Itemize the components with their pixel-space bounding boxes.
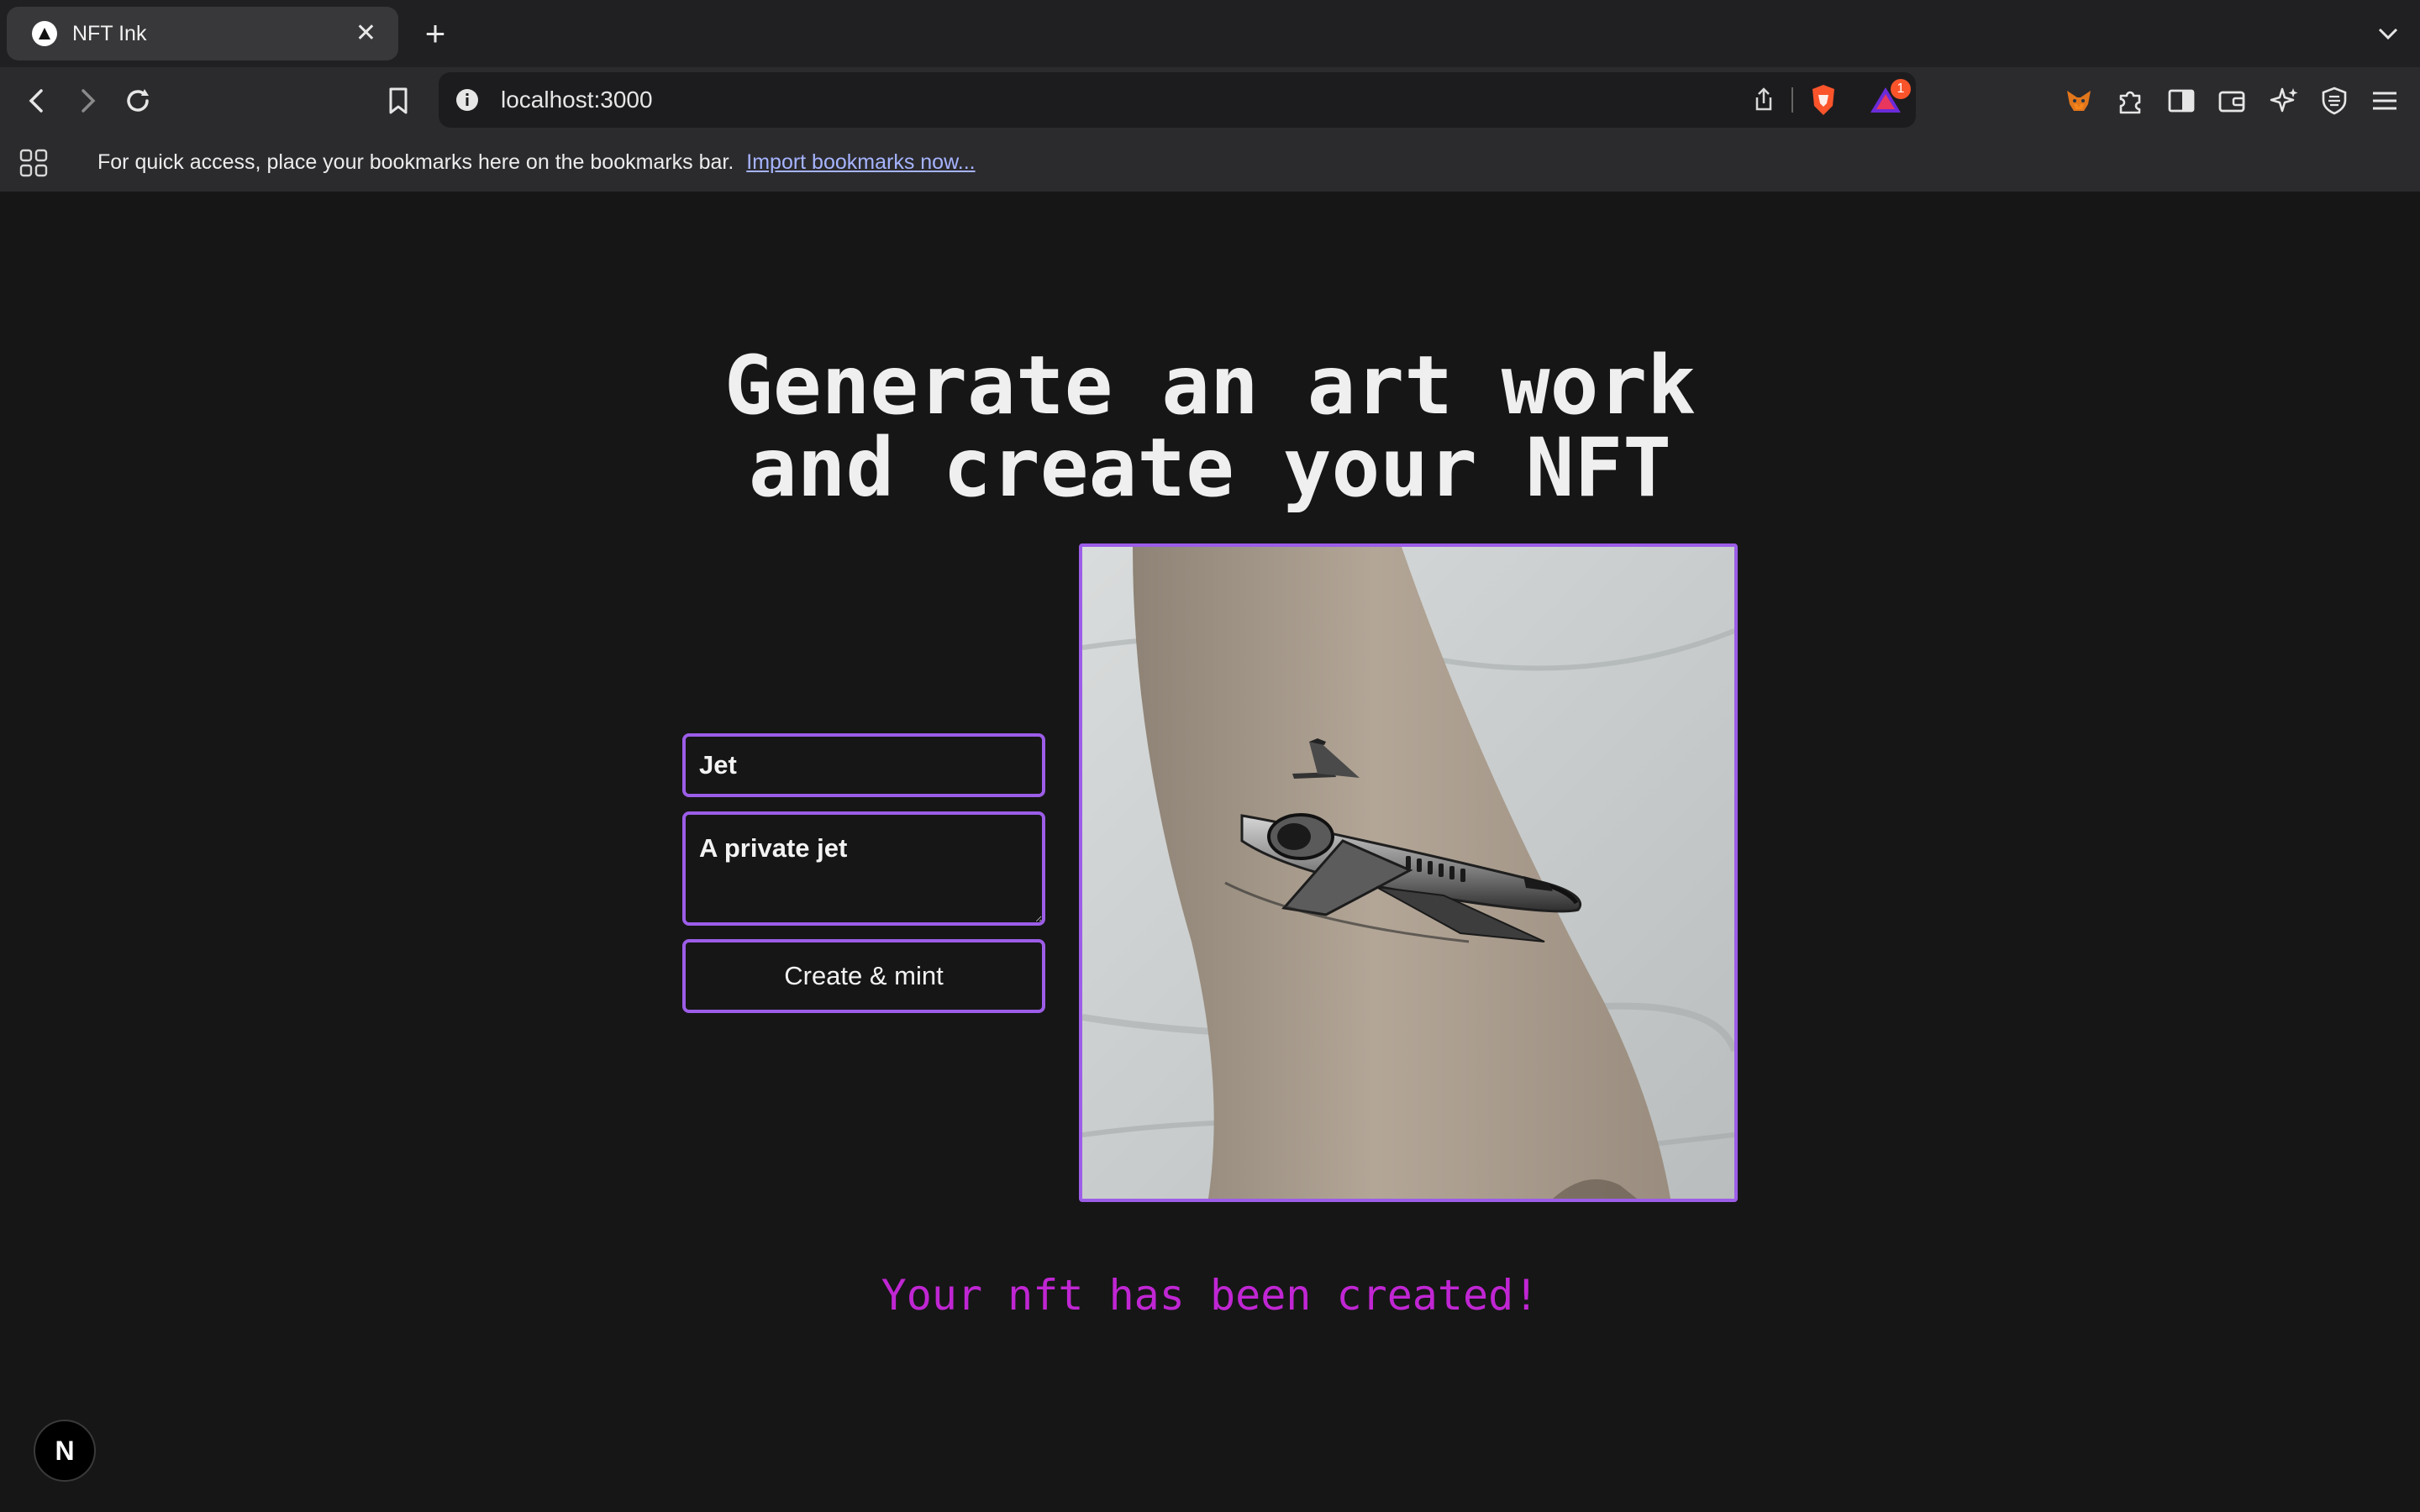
extensions-icon[interactable] <box>2114 84 2148 118</box>
brave-shields-icon[interactable] <box>1807 82 1840 118</box>
generated-artwork-image <box>1079 543 1738 1202</box>
share-icon[interactable] <box>1749 86 1778 114</box>
apps-icon[interactable] <box>18 148 49 178</box>
forward-icon[interactable] <box>69 82 106 119</box>
address-bar[interactable]: localhost:3000 1 <box>439 72 1916 128</box>
nextjs-dev-indicator[interactable]: N <box>34 1420 96 1482</box>
tab-title: NFT Ink <box>72 21 147 45</box>
info-icon[interactable] <box>454 87 481 113</box>
wallet-icon[interactable] <box>2215 84 2249 118</box>
notification-badge: 1 <box>1891 79 1911 99</box>
bookmark-icon[interactable] <box>380 82 417 119</box>
sidebar-icon[interactable] <box>2165 84 2198 118</box>
bookmarks-hint-text: For quick access, place your bookmarks h… <box>97 150 734 174</box>
jet-tattoo-artwork <box>1082 547 1734 1199</box>
create-and-mint-button[interactable]: Create & mint <box>682 939 1045 1013</box>
address-bar-divider <box>1791 87 1793 113</box>
nft-name-input[interactable] <box>682 733 1045 797</box>
browser-toolbar: localhost:3000 1 <box>0 67 2420 133</box>
new-tab-button[interactable]: + <box>418 12 452 55</box>
metamask-icon[interactable] <box>2062 84 2096 118</box>
page-headline: Generate an art work and create your NFT <box>0 344 2420 509</box>
tab-list-chevron-icon[interactable] <box>2375 20 2402 47</box>
reload-icon[interactable] <box>119 82 156 119</box>
vpn-icon[interactable] <box>2317 84 2351 118</box>
menu-icon[interactable] <box>2368 84 2402 118</box>
close-tab-icon[interactable]: ✕ <box>355 21 376 46</box>
bookmarks-bar: For quick access, place your bookmarks h… <box>0 133 2420 192</box>
leo-ai-icon[interactable] <box>2267 84 2301 118</box>
url-text[interactable]: localhost:3000 <box>501 72 653 128</box>
bookmarks-bar-message: For quick access, place your bookmarks h… <box>97 133 976 192</box>
tab-nft-ink[interactable]: NFT Ink ✕ <box>7 7 398 60</box>
nft-description-input[interactable]: A private jet <box>682 811 1045 926</box>
headline-line-2: and create your NFT <box>748 421 1672 515</box>
page-content: Generate an art work and create your NFT… <box>0 192 2420 1512</box>
mint-status-message: Your nft has been created! <box>881 1271 1539 1320</box>
headline-line-1: Generate an art work <box>724 339 1696 433</box>
tab-strip: NFT Ink ✕ + <box>0 0 2420 67</box>
back-icon[interactable] <box>18 82 55 119</box>
nextjs-favicon-icon <box>32 21 57 46</box>
import-bookmarks-link[interactable]: Import bookmarks now... <box>746 150 975 174</box>
